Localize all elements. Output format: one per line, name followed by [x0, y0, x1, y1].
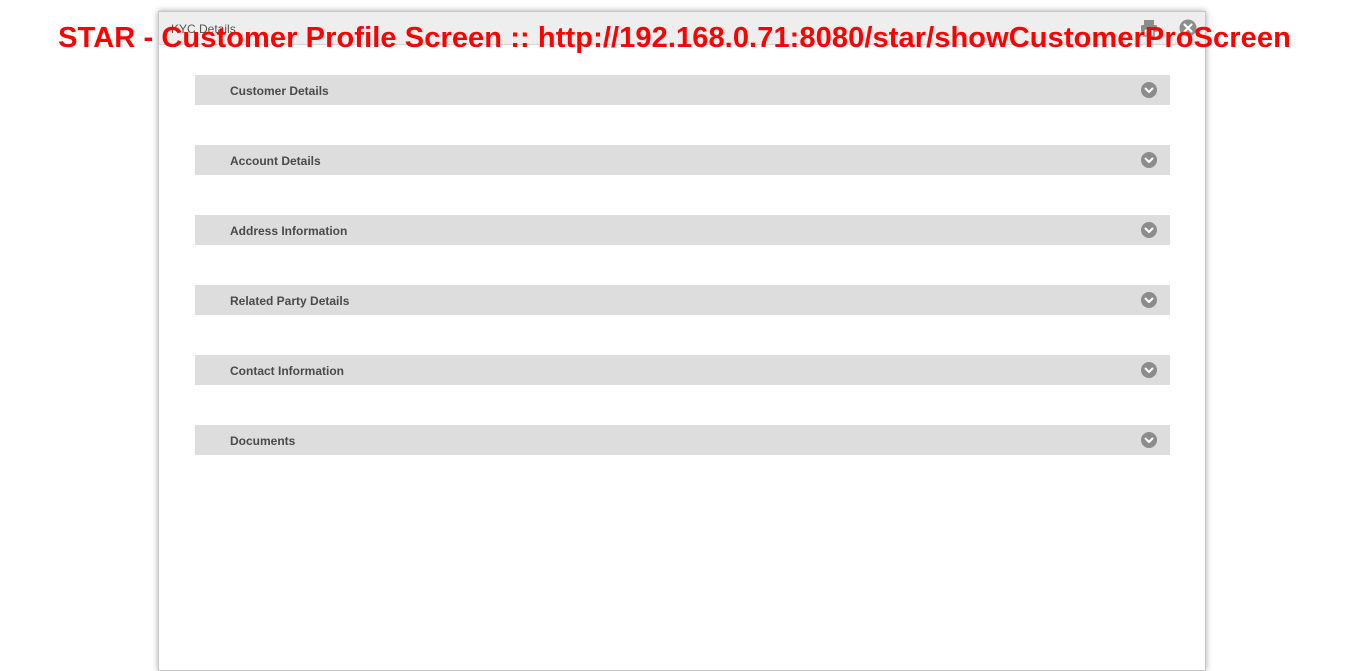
print-icon[interactable]	[1139, 18, 1159, 38]
chevron-down-icon[interactable]	[1141, 362, 1157, 378]
chevron-down-icon[interactable]	[1141, 292, 1157, 308]
accordion-section[interactable]: Address Information	[195, 215, 1170, 245]
close-icon[interactable]	[1178, 18, 1198, 38]
chevron-down-icon[interactable]	[1141, 432, 1157, 448]
section-label: Address Information	[230, 224, 348, 238]
kyc-details-modal: KYC Details Customer Details Account Deta…	[158, 11, 1206, 671]
chevron-down-icon[interactable]	[1141, 152, 1157, 168]
accordion-section[interactable]: Related Party Details	[195, 285, 1170, 315]
section-label: Contact Information	[230, 364, 344, 378]
accordion-section[interactable]: Account Details	[195, 145, 1170, 175]
section-label: Account Details	[230, 154, 321, 168]
accordion-section[interactable]: Contact Information	[195, 355, 1170, 385]
accordion-section[interactable]: Customer Details	[195, 75, 1170, 105]
section-label: Related Party Details	[230, 294, 350, 308]
modal-header: KYC Details	[159, 12, 1205, 45]
section-label: Documents	[230, 434, 296, 448]
chevron-down-icon[interactable]	[1141, 82, 1157, 98]
section-label: Customer Details	[230, 84, 329, 98]
accordion-section[interactable]: Documents	[195, 425, 1170, 455]
chevron-down-icon[interactable]	[1141, 222, 1157, 238]
modal-title: KYC Details	[171, 22, 236, 36]
